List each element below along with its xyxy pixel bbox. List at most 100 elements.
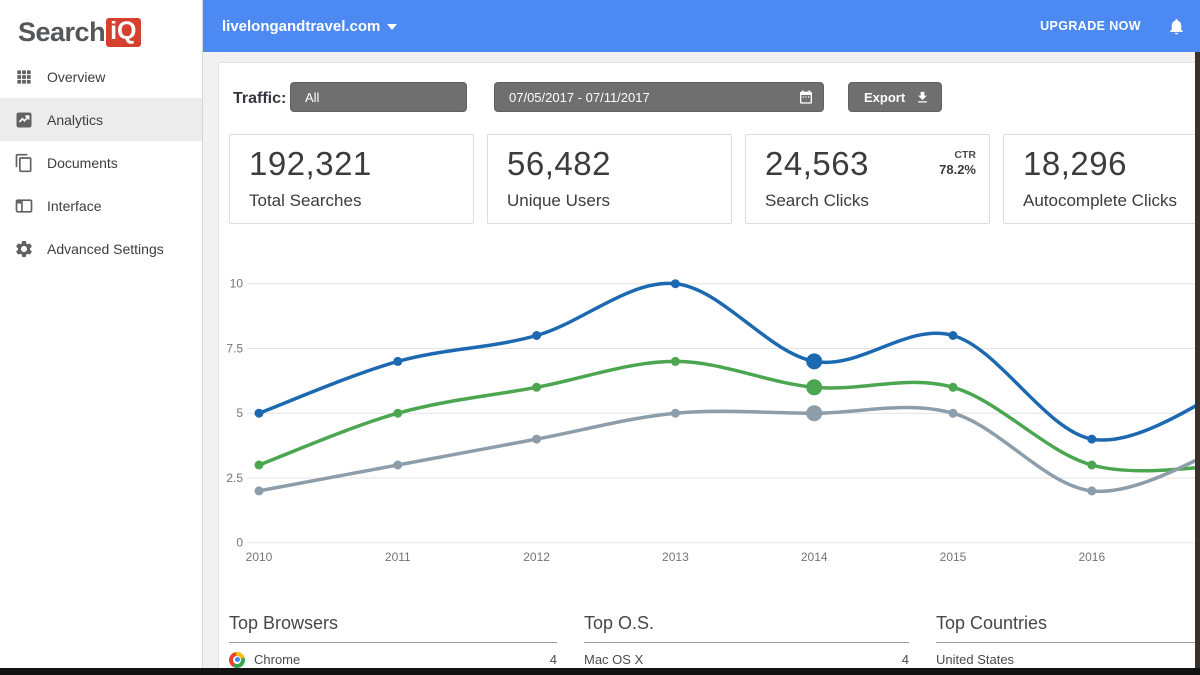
gear-icon xyxy=(14,239,34,259)
x-axis-tick: 2014 xyxy=(801,550,828,564)
series-green-point-2013[interactable] xyxy=(671,357,680,366)
sidebar-item-label: Analytics xyxy=(47,112,103,128)
sidebar-item-overview[interactable]: Overview xyxy=(0,55,202,98)
export-label: Export xyxy=(864,90,905,105)
stat-value: 24,563 xyxy=(765,145,869,183)
sidebar-item-label: Interface xyxy=(47,198,101,214)
series-gray-point-2013[interactable] xyxy=(671,409,680,418)
upgrade-now-button[interactable]: UPGRADE NOW xyxy=(1040,19,1141,33)
grid-icon xyxy=(14,67,34,87)
series-gray-point-2015[interactable] xyxy=(949,409,958,418)
content-panel: Traffic: All 07/05/2017 - 07/11/2017 Exp… xyxy=(218,62,1200,675)
series-blue-point-2011[interactable] xyxy=(393,357,402,366)
x-axis-tick: 2015 xyxy=(940,550,967,564)
ctr-badge-label: CTR xyxy=(939,149,976,162)
stat-card-search-clicks: 24,563 Search Clicks CTR78.2% xyxy=(745,134,990,224)
interface-layout-icon xyxy=(14,196,34,216)
x-axis-tick: 2011 xyxy=(385,550,411,564)
list-title: Top Browsers xyxy=(229,613,557,643)
sidebar-item-documents[interactable]: Documents xyxy=(0,141,202,184)
series-gray-point-2014[interactable] xyxy=(806,405,822,421)
sidebar-item-label: Overview xyxy=(47,69,105,85)
list-title: Top Countries xyxy=(936,613,1200,643)
chrome-icon xyxy=(229,652,245,668)
series-gray-point-2010[interactable] xyxy=(255,486,264,495)
sidebar-item-label: Advanced Settings xyxy=(47,241,164,257)
list-item-value: 4 xyxy=(550,652,557,667)
series-blue-point-2012[interactable] xyxy=(532,331,541,340)
series-green-point-2011[interactable] xyxy=(393,409,402,418)
sidebar-item-advanced-settings[interactable]: Advanced Settings xyxy=(0,227,202,270)
date-range-picker[interactable]: 07/05/2017 - 07/11/2017 xyxy=(494,82,824,112)
caret-down-icon xyxy=(387,24,397,30)
logo-badge: iQ xyxy=(106,18,141,47)
list-top-browsers: Top Browsers Chrome 4 xyxy=(229,613,557,675)
y-axis-tick: 7.5 xyxy=(226,341,243,355)
series-green-point-2010[interactable] xyxy=(255,461,264,470)
date-range-value: 07/05/2017 - 07/11/2017 xyxy=(509,90,650,105)
traffic-line-chart[interactable]: 0 2.5 5 7.5 10 2010 2011 2012 2013 2014 2015 2016 xyxy=(219,241,1200,576)
traffic-label: Traffic: xyxy=(233,90,286,108)
stat-card-autocomplete-clicks: 18,296Autocomplete Clicks xyxy=(1003,134,1200,224)
bell-icon[interactable] xyxy=(1167,17,1186,36)
traffic-filter-value: All xyxy=(305,90,319,105)
stat-label: Total Searches xyxy=(249,191,361,211)
app-window: Search iQ Overview Analytics Documents Inte… xyxy=(0,0,1200,675)
x-axis-tick: 2016 xyxy=(1078,550,1105,564)
y-axis-tick: 5 xyxy=(236,406,243,420)
series-gray-point-2012[interactable] xyxy=(532,435,541,444)
topbar: livelongandtravel.com UPGRADE NOW xyxy=(203,0,1200,52)
x-axis-tick: 2010 xyxy=(246,550,273,564)
stat-card-unique-users: 56,482 Unique Users xyxy=(487,134,732,224)
traffic-filter-select[interactable]: All xyxy=(290,82,467,112)
series-blue-point-2010[interactable] xyxy=(255,409,264,418)
documents-copy-icon xyxy=(14,153,34,173)
series-blue-point-2013[interactable] xyxy=(671,279,680,288)
list-item-label: United States xyxy=(936,652,1014,667)
series-blue-point-2016[interactable] xyxy=(1087,435,1096,444)
series-green-point-2015[interactable] xyxy=(949,383,958,392)
list-item-value: 4 xyxy=(902,652,909,667)
series-gray-point-2011[interactable] xyxy=(393,461,402,470)
x-axis-tick: 2012 xyxy=(523,550,550,564)
site-name: livelongandtravel.com xyxy=(222,18,380,35)
sidebar-item-label: Documents xyxy=(47,155,118,171)
stat-label: Search Clicks xyxy=(765,191,869,211)
calendar-icon xyxy=(798,89,814,105)
analytics-chart-icon xyxy=(14,110,34,130)
stat-value: 56,482 xyxy=(507,145,611,183)
stat-label: Autocomplete Clicks xyxy=(1023,191,1177,211)
list-top-o-s-: Top O.S.Mac OS X4 xyxy=(584,613,909,675)
series-green-point-2012[interactable] xyxy=(532,383,541,392)
ctr-badge: CTR78.2% xyxy=(939,149,976,177)
sidebar-item-analytics[interactable]: Analytics xyxy=(0,98,202,141)
ctr-badge-value: 78.2% xyxy=(939,162,976,178)
sidebar-item-interface[interactable]: Interface xyxy=(0,184,202,227)
x-axis-tick: 2013 xyxy=(662,550,689,564)
line-chart-svg: 0 2.5 5 7.5 10 2010 2011 2012 2013 2014 2015 2016 xyxy=(219,241,1200,576)
sidebar: Search iQ Overview Analytics Documents Inte… xyxy=(0,0,203,675)
series-gray-point-2016[interactable] xyxy=(1087,486,1096,495)
y-axis-tick: 10 xyxy=(230,277,244,291)
stat-label: Unique Users xyxy=(507,191,610,211)
filter-row: Traffic: All 07/05/2017 - 07/11/2017 Exp… xyxy=(219,63,1200,113)
logo-text: Search xyxy=(18,17,105,48)
list-top-countries: Top Countries United States xyxy=(936,613,1200,675)
series-blue-point-2015[interactable] xyxy=(949,331,958,340)
y-axis-tick: 2.5 xyxy=(226,471,243,485)
series-blue-point-2014[interactable] xyxy=(806,353,822,369)
list-title: Top O.S. xyxy=(584,613,909,643)
series-green-point-2014[interactable] xyxy=(806,379,822,395)
stats-row: 192,321Total Searches 56,482 Unique Users 2… xyxy=(219,134,1200,224)
site-selector-dropdown[interactable]: livelongandtravel.com xyxy=(222,18,397,35)
list-item-label: Chrome xyxy=(254,652,300,667)
sidebar-menu: Overview Analytics Documents Interface Advan… xyxy=(0,55,202,270)
screen-edge-bottom xyxy=(0,668,1200,675)
series-green-point-2016[interactable] xyxy=(1087,461,1096,470)
screen-edge-right xyxy=(1195,52,1200,675)
y-axis-tick: 0 xyxy=(236,536,243,550)
download-icon xyxy=(915,90,930,105)
export-button[interactable]: Export xyxy=(848,82,942,112)
logo: Search iQ xyxy=(0,0,202,53)
stat-card-total-searches: 192,321Total Searches xyxy=(229,134,474,224)
